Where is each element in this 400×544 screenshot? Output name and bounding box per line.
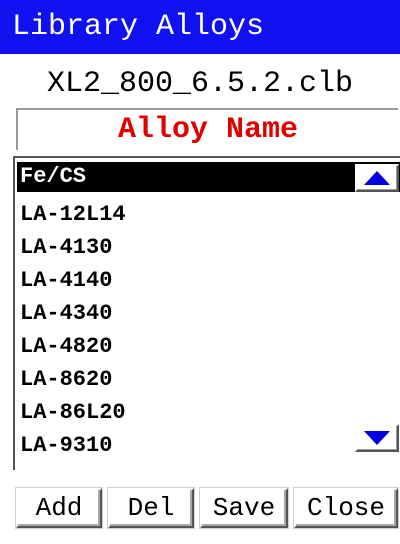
delete-button[interactable]: Del [108, 488, 194, 528]
scroll-down-button[interactable] [355, 424, 399, 452]
list-item-fe-cs[interactable]: Fe/CS [17, 162, 400, 192]
list-item-la-12l14[interactable]: LA-12L14 [17, 200, 400, 230]
list-item-la-4140[interactable]: LA-4140 [17, 266, 400, 296]
list-item-la-86l20[interactable]: LA-86L20 [17, 398, 400, 428]
alloy-name-column-header: Alloy Name [16, 108, 398, 150]
close-button[interactable]: Close [294, 488, 398, 528]
triangle-up-icon [364, 171, 390, 185]
library-filename: XL2_800_6.5.2.clb [46, 67, 354, 101]
save-button[interactable]: Save [200, 488, 288, 528]
window-title-bar: Library Alloys [0, 0, 400, 54]
window-title: Library Alloys [12, 10, 265, 44]
list-item-la-4820[interactable]: LA-4820 [17, 332, 400, 362]
library-alloys-window: Library Alloys XL2_800_6.5.2.clb Alloy N… [0, 0, 400, 544]
list-item-la-4130[interactable]: LA-4130 [17, 233, 400, 263]
alloy-name-header-label: Alloy Name [117, 113, 299, 147]
scroll-up-button[interactable] [355, 164, 399, 192]
list-item-la-4340[interactable]: LA-4340 [17, 299, 400, 329]
add-button[interactable]: Add [16, 488, 102, 528]
alloy-list[interactable]: Fe/CS LA-12L14 LA-4130 LA-4140 LA-4340 L… [13, 156, 400, 470]
action-button-row: Add Del Save Close [0, 488, 400, 532]
list-item-la-9310[interactable]: LA-9310 [17, 431, 400, 461]
list-item-la-8620[interactable]: LA-8620 [17, 365, 400, 395]
triangle-down-icon [364, 431, 390, 445]
